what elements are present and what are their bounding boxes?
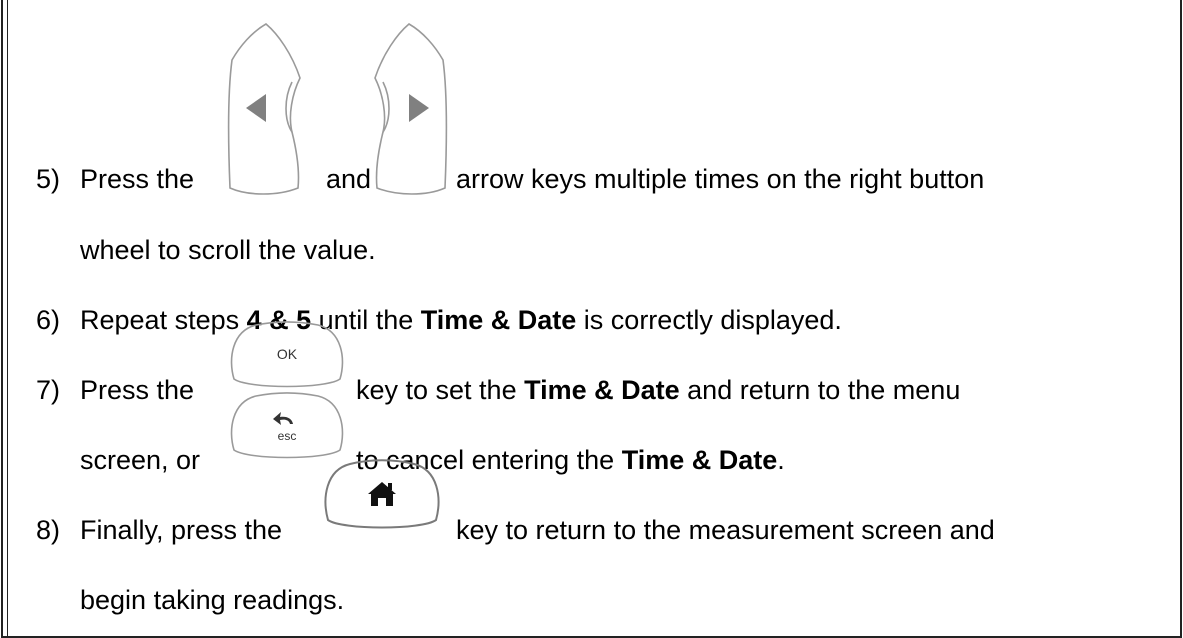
step-text: Repeat steps 4 & 5 until the Time & Date… [80, 305, 842, 335]
home-icon [368, 482, 396, 506]
step-text: key to set the Time & Date and return to… [356, 375, 961, 405]
right-arrow-icon [409, 94, 429, 122]
step-number: 5) [36, 164, 61, 194]
home-key-icon [324, 459, 440, 529]
frame-border-right [1180, 0, 1182, 638]
step-text: Press the [80, 375, 195, 405]
right-arrow-key-icon [374, 23, 448, 195]
step-text: wheel to scroll the value. [80, 235, 376, 265]
step-text: screen, or [80, 445, 201, 475]
step-text: begin taking readings. [80, 585, 345, 615]
ok-label: OK [277, 346, 298, 362]
step-number: 7) [36, 375, 61, 405]
step-text: arrow keys multiple times on the right b… [456, 164, 985, 194]
step-text: Press the [80, 164, 195, 194]
ok-key-icon: OK [230, 321, 344, 388]
left-arrow-key-icon [227, 23, 301, 195]
step-text: key to return to the measurement screen … [456, 515, 995, 545]
step-number: 6) [36, 305, 61, 335]
step-text: and [326, 164, 372, 194]
esc-label: esc [278, 429, 297, 443]
left-arrow-icon [246, 94, 266, 122]
frame-border-left-outer [1, 0, 3, 638]
step-text: Finally, press the [80, 515, 283, 545]
back-arrow-icon [273, 412, 293, 425]
step-number: 8) [36, 515, 61, 545]
frame-border-left-inner [7, 0, 8, 638]
